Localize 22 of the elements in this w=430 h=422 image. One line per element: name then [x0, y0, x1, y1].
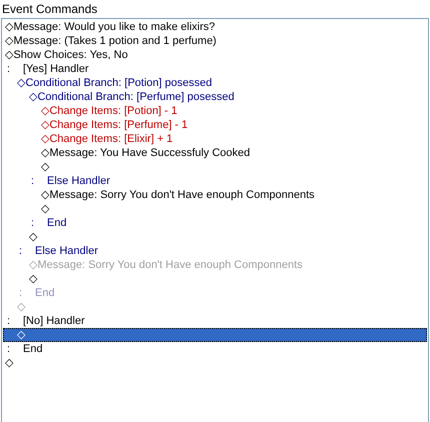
command-row[interactable]: ◇Show Choices: Yes, No [3, 48, 427, 62]
command-row[interactable]: ◇ [3, 160, 427, 174]
command-row[interactable]: ◇Conditional Branch: [Potion] posessed [3, 76, 427, 90]
command-row[interactable]: ◇Change Items: [Potion] - 1 [3, 104, 427, 118]
command-row[interactable]: ◇Change Items: [Perfume] - 1 [3, 118, 427, 132]
handler-row[interactable]: : Else Handler [3, 244, 427, 258]
command-row[interactable]: ◇ [3, 230, 427, 244]
command-row[interactable]: ◇ [3, 202, 427, 216]
command-row[interactable]: ◇ [3, 328, 427, 342]
command-row[interactable]: ◇Change Items: [Elixir] + 1 [3, 132, 427, 146]
command-row[interactable]: ◇ [3, 272, 427, 286]
command-row[interactable]: ◇Message: Would you like to make elixirs? [3, 20, 427, 34]
command-row[interactable]: ◇ [3, 356, 427, 370]
handler-row[interactable]: : [No] Handler [3, 314, 427, 328]
handler-row[interactable]: : Else Handler [3, 174, 427, 188]
command-row[interactable]: ◇Conditional Branch: [Perfume] posessed [3, 90, 427, 104]
command-row[interactable]: ◇Message: (Takes 1 potion and 1 perfume) [3, 34, 427, 48]
handler-row[interactable]: : End [3, 342, 427, 356]
handler-row[interactable]: : [Yes] Handler [3, 62, 427, 76]
handler-row[interactable]: : End [3, 216, 427, 230]
command-row[interactable]: ◇Message: Sorry You don't Have enouph Componnents [3, 188, 427, 202]
command-row[interactable]: ◇Message: You Have Successfuly Cooked [3, 146, 427, 160]
